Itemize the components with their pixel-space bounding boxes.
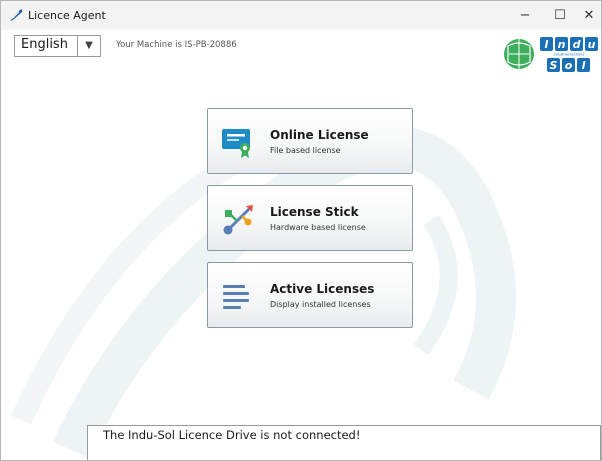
minimize-button[interactable]: − (507, 1, 543, 30)
license-stick-button[interactable]: License Stick Hardware based license (207, 185, 413, 251)
tile-title: Online License (270, 128, 369, 142)
usb-icon (223, 205, 253, 235)
tile-subtitle: Display installed licenses (270, 300, 371, 309)
language-selected: English (21, 37, 68, 52)
logo-letter: u (588, 38, 596, 51)
app-feather-icon (10, 9, 23, 21)
logo-letter: I (544, 38, 548, 51)
window-title: Licence Agent (28, 9, 106, 22)
active-licenses-button[interactable]: Active Licenses Display installed licens… (207, 262, 413, 328)
main-content: English ▼ Your Machine is IS-PB-20886 I … (1, 30, 601, 460)
chevron-down-icon[interactable]: ▼ (77, 36, 100, 56)
machine-id-label: Your Machine is IS-PB-20886 (116, 40, 237, 50)
language-dropdown[interactable]: English ▼ (14, 35, 101, 57)
list-icon (223, 285, 249, 309)
status-message-box: The Indu-Sol Licence Drive is not connec… (87, 425, 601, 460)
logo-letter: l (582, 59, 586, 72)
logo-letter: o (565, 59, 573, 72)
tile-subtitle: Hardware based license (270, 223, 366, 232)
logo-letter: d (573, 38, 581, 51)
logo-letter: S (550, 59, 558, 72)
indu-sol-logo: I n d u S o l Industrial-Solutions (504, 37, 598, 72)
maximize-button[interactable]: ☐ (542, 1, 578, 30)
close-button[interactable]: ✕ (577, 1, 601, 30)
online-license-button[interactable]: Online License File based license (207, 108, 413, 174)
logo-letter: n (558, 38, 566, 51)
tile-subtitle: File based license (270, 146, 341, 155)
tile-title: License Stick (270, 205, 359, 219)
status-message: The Indu-Sol Licence Drive is not connec… (103, 428, 361, 442)
certificate-icon (222, 129, 250, 158)
tile-title: Active Licenses (270, 282, 375, 296)
licence-agent-window: Licence Agent − ☐ ✕ English ▼ Your Machi… (0, 0, 602, 461)
title-bar: Licence Agent − ☐ ✕ (1, 1, 601, 30)
logo-tagline: Industrial-Solutions (554, 53, 585, 57)
